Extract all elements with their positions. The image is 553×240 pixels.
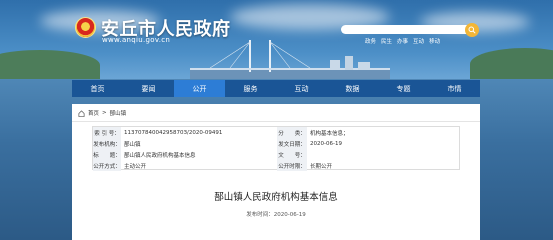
site-url: www.anqiu.gov.cn [102, 36, 171, 44]
nav-item-service[interactable]: 服务 [225, 80, 276, 97]
metadata-label: 文 号： [277, 149, 307, 160]
metadata-value [307, 149, 459, 160]
breadcrumb-current[interactable]: 郚山镇 [110, 109, 127, 117]
search-button[interactable] [465, 23, 479, 37]
bridge-skyline-illustration [190, 40, 390, 80]
article-title: 郚山镇人民政府机构基本信息 [214, 192, 338, 203]
search-icon [468, 26, 476, 34]
divider [72, 121, 480, 122]
nav-item-city-info[interactable]: 市情 [429, 80, 480, 97]
metadata-label: 公开时限： [277, 160, 307, 171]
metadata-value: 机构基本信息； [310, 130, 349, 137]
metadata-table: 索 引 号： 11370784004295870З/2020-09491 分 类… [92, 126, 460, 171]
quick-link-mobile[interactable]: 移动 [429, 37, 440, 45]
publish-date: 发布时间：2020-06-19 [246, 212, 306, 218]
metadata-label: 标 题： [93, 149, 121, 160]
metadata-row: 发布机构： 郚山镇 发文日期： 2020-06-19 [93, 138, 459, 149]
breadcrumb-separator: > [102, 110, 107, 116]
metadata-row: 标 题： 郚山镇人民政府机构基本信息 文 号： [93, 149, 459, 160]
quick-link-interact[interactable]: 互动 [413, 37, 424, 45]
quick-link-services[interactable]: 办事 [397, 37, 408, 45]
quick-links: 政务 民生 办事 互动 移动 [365, 37, 440, 45]
metadata-value: 主动公开 [124, 163, 147, 170]
metadata-value: 长期公开 [310, 163, 333, 170]
metadata-value: 郚山镇 [124, 141, 141, 148]
breadcrumb: 首页 > 郚山镇 [78, 108, 126, 118]
content-panel: 首页 > 郚山镇 索 引 号： 11370784004295870З/2020-… [72, 104, 480, 240]
national-emblem-logo [75, 17, 96, 38]
metadata-label: 发文日期： [277, 138, 307, 149]
hill-decoration [470, 48, 553, 80]
nav-item-home[interactable]: 首页 [72, 80, 123, 97]
quick-link-politics[interactable]: 政务 [365, 37, 376, 45]
home-icon [78, 109, 85, 117]
nav-item-data[interactable]: 数据 [327, 80, 378, 97]
metadata-label: 索 引 号： [93, 127, 121, 138]
metadata-row: 公开方式： 主动公开 公开时限： 长期公开 [93, 160, 459, 171]
metadata-value: 11370784004295870З/2020-09491 [124, 129, 223, 136]
search-input[interactable] [341, 25, 471, 34]
breadcrumb-home[interactable]: 首页 [88, 109, 99, 117]
nav-item-news[interactable]: 要闻 [123, 80, 174, 97]
metadata-row: 索 引 号： 11370784004295870З/2020-09491 分 类… [93, 127, 459, 138]
nav-item-interaction[interactable]: 互动 [276, 80, 327, 97]
nav-item-topics[interactable]: 专题 [378, 80, 429, 97]
hill-decoration [0, 50, 100, 80]
metadata-label: 公开方式： [93, 160, 121, 171]
metadata-value: 郚山镇人民政府机构基本信息 [124, 152, 196, 159]
metadata-value: 2020-06-19 [310, 140, 342, 147]
metadata-label: 分 类： [277, 127, 307, 138]
nav-item-disclosure[interactable]: 公开 [174, 80, 225, 97]
main-nav: 首页 要闻 公开 服务 互动 数据 专题 市情 [72, 80, 480, 97]
metadata-label: 发布机构： [93, 138, 121, 149]
quick-link-livelihood[interactable]: 民生 [381, 37, 392, 45]
